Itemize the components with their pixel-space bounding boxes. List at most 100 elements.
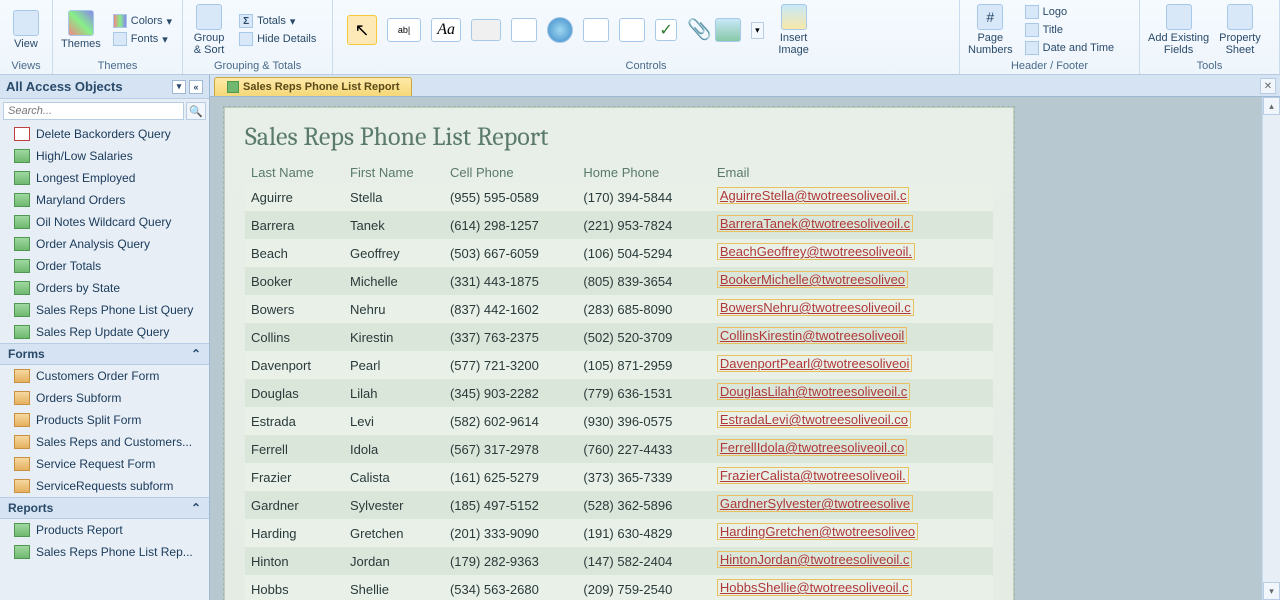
insert-image-button[interactable]: Insert Image — [774, 2, 814, 58]
cell-email[interactable]: BookerMichelle@twotreesoliveo — [711, 267, 993, 295]
cell-homephone[interactable]: (502) 520-3709 — [577, 323, 710, 351]
listbox-tool[interactable] — [619, 18, 645, 42]
cell-email[interactable]: BowersNehru@twotreesoliveoil.c — [711, 295, 993, 323]
search-input[interactable] — [3, 102, 184, 120]
nav-item-form[interactable]: Service Request Form — [0, 453, 209, 475]
nav-item-query[interactable]: Sales Rep Update Query — [0, 321, 209, 343]
report-title[interactable]: Sales Reps Phone List Report — [245, 122, 993, 152]
cell-homephone[interactable]: (209) 759-2540 — [577, 575, 710, 600]
tab-active[interactable]: Sales Reps Phone List Report — [214, 77, 412, 96]
cell-firstname[interactable]: Geoffrey — [344, 239, 444, 267]
cell-email[interactable]: HintonJordan@twotreesoliveoil.c — [711, 547, 993, 575]
cell-firstname[interactable]: Levi — [344, 407, 444, 435]
cell-homephone[interactable]: (106) 504-5294 — [577, 239, 710, 267]
email-link[interactable]: BookerMichelle@twotreesoliveo — [717, 271, 908, 288]
table-row[interactable]: HardingGretchen(201) 333-9090(191) 630-4… — [245, 519, 993, 547]
email-link[interactable]: HintonJordan@twotreesoliveoil.c — [717, 551, 913, 568]
cell-email[interactable]: DouglasLilah@twotreesoliveoil.c — [711, 379, 993, 407]
cell-email[interactable]: HardingGretchen@twotreesoliveo — [711, 519, 993, 547]
nav-item-query[interactable]: Delete Backorders Query — [0, 123, 209, 145]
cell-homephone[interactable]: (221) 953-7824 — [577, 211, 710, 239]
cell-firstname[interactable]: Calista — [344, 463, 444, 491]
cell-email[interactable]: BarreraTanek@twotreesoliveoil.c — [711, 211, 993, 239]
cell-lastname[interactable]: Gardner — [245, 491, 344, 519]
cell-lastname[interactable]: Hinton — [245, 547, 344, 575]
cell-lastname[interactable]: Douglas — [245, 379, 344, 407]
totals-button[interactable]: ΣTotals▾ — [235, 13, 320, 29]
cell-homephone[interactable]: (373) 365-7339 — [577, 463, 710, 491]
email-link[interactable]: AguirreStella@twotreesoliveoil.c — [717, 187, 910, 204]
cell-firstname[interactable]: Nehru — [344, 295, 444, 323]
cell-email[interactable]: HobbsShellie@twotreesoliveoil.c — [711, 575, 993, 600]
cell-firstname[interactable]: Sylvester — [344, 491, 444, 519]
textbox-tool[interactable]: ab| — [387, 18, 421, 42]
cell-firstname[interactable]: Shellie — [344, 575, 444, 600]
cell-email[interactable]: DavenportPearl@twotreesoliveoi — [711, 351, 993, 379]
title-button[interactable]: Title — [1021, 22, 1119, 38]
cell-email[interactable]: FerrellIdola@twotreesoliveoil.co — [711, 435, 993, 463]
cell-homephone[interactable]: (528) 362-5896 — [577, 491, 710, 519]
cell-email[interactable]: GardnerSylvester@twotreesolive — [711, 491, 993, 519]
report-surface[interactable]: Sales Reps Phone List Report Last NameFi… — [224, 107, 1014, 600]
email-link[interactable]: BarreraTanek@twotreesoliveoil.c — [717, 215, 913, 232]
email-link[interactable]: FrazierCalista@twotreesoliveoil. — [717, 467, 909, 484]
cell-cellphone[interactable]: (345) 903-2282 — [444, 379, 577, 407]
button-tool[interactable] — [471, 19, 501, 41]
cell-firstname[interactable]: Pearl — [344, 351, 444, 379]
add-existing-button[interactable]: Add Existing Fields — [1146, 2, 1211, 58]
label-tool[interactable]: Aa — [431, 18, 461, 42]
nav-item-query[interactable]: Order Analysis Query — [0, 233, 209, 255]
scroll-up-button[interactable]: ▴ — [1263, 97, 1280, 115]
cell-cellphone[interactable]: (201) 333-9090 — [444, 519, 577, 547]
cell-firstname[interactable]: Kirestin — [344, 323, 444, 351]
cell-firstname[interactable]: Stella — [344, 183, 444, 211]
cell-cellphone[interactable]: (503) 667-6059 — [444, 239, 577, 267]
cell-lastname[interactable]: Davenport — [245, 351, 344, 379]
scroll-track[interactable] — [1263, 115, 1280, 582]
table-row[interactable]: BowersNehru(837) 442-1602(283) 685-8090B… — [245, 295, 993, 323]
tab-tool[interactable] — [511, 18, 537, 42]
logo-button[interactable]: Logo — [1021, 4, 1119, 20]
nav-item-query[interactable]: Sales Reps Phone List Query — [0, 299, 209, 321]
combo-tool[interactable] — [583, 18, 609, 42]
cell-email[interactable]: CollinsKirestin@twotreesoliveoil — [711, 323, 993, 351]
table-row[interactable]: FerrellIdola(567) 317-2978(760) 227-4433… — [245, 435, 993, 463]
cell-cellphone[interactable]: (161) 625-5279 — [444, 463, 577, 491]
email-link[interactable]: HobbsShellie@twotreesoliveoil.c — [717, 579, 912, 596]
view-button[interactable]: View — [6, 8, 46, 52]
nav-item-query[interactable]: Oil Notes Wildcard Query — [0, 211, 209, 233]
cell-email[interactable]: AguirreStella@twotreesoliveoil.c — [711, 183, 993, 211]
email-link[interactable]: FerrellIdola@twotreesoliveoil.co — [717, 439, 907, 456]
property-sheet-button[interactable]: Property Sheet — [1217, 2, 1263, 58]
nav-item-form[interactable]: ServiceRequests subform — [0, 475, 209, 497]
cell-cellphone[interactable]: (577) 721-3200 — [444, 351, 577, 379]
table-row[interactable]: BeachGeoffrey(503) 667-6059(106) 504-529… — [245, 239, 993, 267]
cell-email[interactable]: FrazierCalista@twotreesoliveoil. — [711, 463, 993, 491]
cell-homephone[interactable]: (779) 636-1531 — [577, 379, 710, 407]
table-row[interactable]: HintonJordan(179) 282-9363(147) 582-2404… — [245, 547, 993, 575]
cell-email[interactable]: EstradaLevi@twotreesoliveoil.co — [711, 407, 993, 435]
cell-lastname[interactable]: Booker — [245, 267, 344, 295]
scroll-down-button[interactable]: ▾ — [1263, 582, 1280, 600]
column-header[interactable]: Home Phone — [577, 162, 710, 183]
table-row[interactable]: BarreraTanek(614) 298-1257(221) 953-7824… — [245, 211, 993, 239]
cell-firstname[interactable]: Jordan — [344, 547, 444, 575]
cell-firstname[interactable]: Tanek — [344, 211, 444, 239]
page-numbers-button[interactable]: # Page Numbers — [966, 2, 1015, 58]
nav-item-form[interactable]: Sales Reps and Customers... — [0, 431, 209, 453]
cell-cellphone[interactable]: (955) 595-0589 — [444, 183, 577, 211]
nav-item-query[interactable]: Order Totals — [0, 255, 209, 277]
table-row[interactable]: DouglasLilah(345) 903-2282(779) 636-1531… — [245, 379, 993, 407]
nav-item-query[interactable]: High/Low Salaries — [0, 145, 209, 167]
nav-item-query[interactable]: Longest Employed — [0, 167, 209, 189]
colors-button[interactable]: Colors▾ — [109, 13, 176, 29]
cell-cellphone[interactable]: (337) 763-2375 — [444, 323, 577, 351]
cell-cellphone[interactable]: (534) 563-2680 — [444, 575, 577, 600]
hyperlink-tool[interactable] — [547, 17, 573, 43]
image-tool[interactable] — [715, 18, 741, 42]
attachment-tool[interactable]: 📎 — [687, 17, 705, 43]
cell-cellphone[interactable]: (331) 443-1875 — [444, 267, 577, 295]
cell-homephone[interactable]: (930) 396-0575 — [577, 407, 710, 435]
cell-lastname[interactable]: Harding — [245, 519, 344, 547]
vertical-scrollbar[interactable]: ▴ ▾ — [1262, 97, 1280, 600]
